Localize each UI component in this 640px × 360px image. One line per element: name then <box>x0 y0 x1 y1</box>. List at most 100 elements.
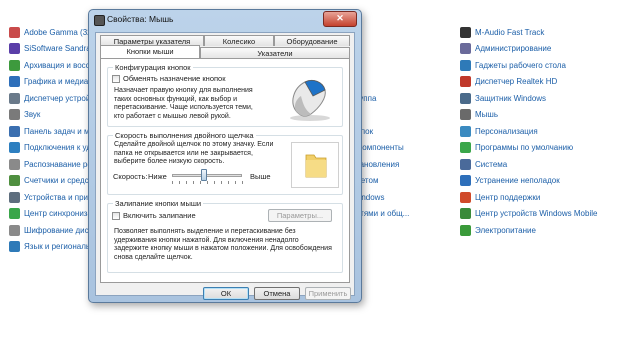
control-panel-item <box>352 41 452 58</box>
control-panel-item[interactable]: сетями и общ... <box>352 206 452 223</box>
test-folder-area[interactable] <box>291 142 339 188</box>
control-panel-item-label: Центр синхрониза <box>24 209 89 219</box>
control-panel-item[interactable]: Защитник Windows <box>460 90 630 107</box>
control-panel-item[interactable]: цветом <box>352 173 452 190</box>
speed-high-label: Выше <box>250 172 271 181</box>
control-panel-item[interactable]: Система <box>460 156 630 173</box>
control-panel-item-label: Диспетчер устрой <box>24 93 89 103</box>
slider-tick <box>235 181 236 184</box>
control-panel-item-label: Распознавание ре <box>24 159 89 169</box>
control-panel-item-label: Диспетчер Realtek HD <box>475 77 558 87</box>
control-panel-item[interactable]: Windows <box>352 189 452 206</box>
swap-buttons-label: Обменять назначение кнопок <box>123 74 226 83</box>
mouse-icon <box>460 109 471 121</box>
control-panel-item[interactable]: Центр устройств Windows Mobile <box>460 206 630 223</box>
click-lock-checkbox[interactable] <box>112 212 120 220</box>
control-panel-item[interactable]: папок <box>352 123 452 140</box>
control-panel-item[interactable]: Архивация и восст <box>9 57 89 74</box>
control-panel-item-label: Подключения к уд <box>24 143 89 153</box>
close-button[interactable]: ✕ <box>323 11 357 27</box>
troubleshoot-icon <box>460 175 471 187</box>
control-panel-column-3: группа папок и компоненты становления цветом… <box>352 24 452 255</box>
control-panel-item[interactable]: и компоненты <box>352 140 452 157</box>
tab-hardware[interactable]: Оборудование <box>274 35 350 46</box>
power-icon <box>460 224 471 236</box>
realtek-icon <box>460 76 471 88</box>
control-panel-item-label: SiSoftware Sandra <box>24 44 89 54</box>
slider-tick <box>186 181 187 184</box>
control-panel-item[interactable]: Графика и медиа In <box>9 74 89 91</box>
speed-low-label: Ниже <box>148 172 167 181</box>
control-panel-item[interactable]: Персонализация <box>460 123 630 140</box>
control-panel-item-label: Шифрование диск <box>24 225 89 235</box>
slider-tick <box>228 181 229 184</box>
control-panel-item-label: Центр устройств Windows Mobile <box>475 209 598 219</box>
control-panel-item-label: Центр поддержки <box>475 192 541 202</box>
control-panel-item <box>352 222 452 239</box>
swap-buttons-checkbox[interactable] <box>112 75 120 83</box>
control-panel-item[interactable]: Центр синхрониза <box>9 206 89 223</box>
slider-tick <box>200 181 201 184</box>
sync-icon <box>9 208 20 220</box>
mouse-properties-dialog: Свойства: Мышь ✕ Параметры указателя Кол… <box>88 9 362 303</box>
control-panel-item[interactable]: Центр поддержки <box>460 189 630 206</box>
control-panel-item-label: Устранение неполадок <box>475 176 560 186</box>
control-panel-item <box>352 107 452 124</box>
control-panel-item[interactable]: Шифрование диск <box>9 222 89 239</box>
system-icon <box>460 158 471 170</box>
control-panel-item[interactable]: Язык и региональ <box>9 239 89 256</box>
sound-icon <box>9 109 20 121</box>
control-panel-item[interactable]: M-Audio Fast Track <box>460 24 630 41</box>
speed-slider-thumb[interactable] <box>200 169 207 181</box>
speed-slider-track[interactable] <box>172 174 242 177</box>
control-panel-item-label: Система <box>475 159 508 169</box>
control-panel-item[interactable]: становления <box>352 156 452 173</box>
taskbar-icon <box>9 125 20 137</box>
click-lock-settings-button[interactable]: Параметры... <box>268 209 332 222</box>
control-panel-item[interactable]: Устранение неполадок <box>460 173 630 190</box>
sandra-icon <box>9 43 20 55</box>
control-panel-item[interactable]: Программы по умолчанию <box>460 140 630 157</box>
tab-buttons[interactable]: Кнопки мыши <box>100 45 200 58</box>
m-audio-icon <box>460 26 471 38</box>
control-panel-item[interactable]: Администрирование <box>460 41 630 58</box>
control-panel-item-label: Adobe Gamma (32 <box>24 27 89 37</box>
control-panel-item[interactable]: Распознавание ре <box>9 156 89 173</box>
control-panel-item-label: Администрирование <box>475 44 552 54</box>
cancel-button[interactable]: Отмена <box>254 287 300 300</box>
control-panel-item[interactable]: Звук <box>9 107 89 124</box>
control-panel-item <box>352 74 452 91</box>
apply-button[interactable]: Применить <box>305 287 351 300</box>
control-panel-item <box>352 24 452 41</box>
control-panel-item[interactable]: Adobe Gamma (32 <box>9 24 89 41</box>
control-panel-item[interactable]: Панель задач и м <box>9 123 89 140</box>
control-panel-item-label: Архивация и восст <box>24 60 89 70</box>
control-panel-item[interactable]: Мышь <box>460 107 630 124</box>
slider-tick <box>172 181 173 184</box>
control-panel-item[interactable]: SiSoftware Sandra <box>9 41 89 58</box>
control-panel-column-1: Adobe Gamma (32 SiSoftware Sandra Архиваци… <box>9 24 89 255</box>
control-panel-item[interactable]: Гаджеты рабочего стола <box>460 57 630 74</box>
device-manager-icon <box>9 92 20 104</box>
action-center-icon <box>460 191 471 203</box>
control-panel-item-label: Звук <box>24 110 41 120</box>
control-panel-item[interactable]: группа <box>352 90 452 107</box>
control-panel-item[interactable]: Диспетчер Realtek HD <box>460 74 630 91</box>
control-panel-item[interactable]: Устройства и прин <box>9 189 89 206</box>
control-panel-item-label: Защитник Windows <box>475 93 547 103</box>
control-panel-item[interactable]: Подключения к уд <box>9 140 89 157</box>
control-panel-item[interactable]: Электропитание <box>460 222 630 239</box>
control-panel-item-label: Программы по умолчанию <box>475 143 574 153</box>
slider-tick <box>242 181 243 184</box>
title-bar[interactable]: Свойства: Мышь ✕ <box>89 10 361 30</box>
tab-wheel[interactable]: Колесико <box>204 35 274 46</box>
control-panel-item[interactable]: Счетчики и средс <box>9 173 89 190</box>
performance-icon <box>9 175 20 187</box>
control-panel-item[interactable]: Диспетчер устрой <box>9 90 89 107</box>
gadgets-icon <box>460 59 471 71</box>
click-lock-description: Позволяет выполнять выделение и перетаск… <box>114 228 332 261</box>
click-lock-checkbox-label: Включить залипание <box>123 211 196 220</box>
ok-button[interactable]: ОК <box>203 287 249 300</box>
personalization-icon <box>460 125 471 137</box>
control-panel-item-label: Мышь <box>475 110 498 120</box>
